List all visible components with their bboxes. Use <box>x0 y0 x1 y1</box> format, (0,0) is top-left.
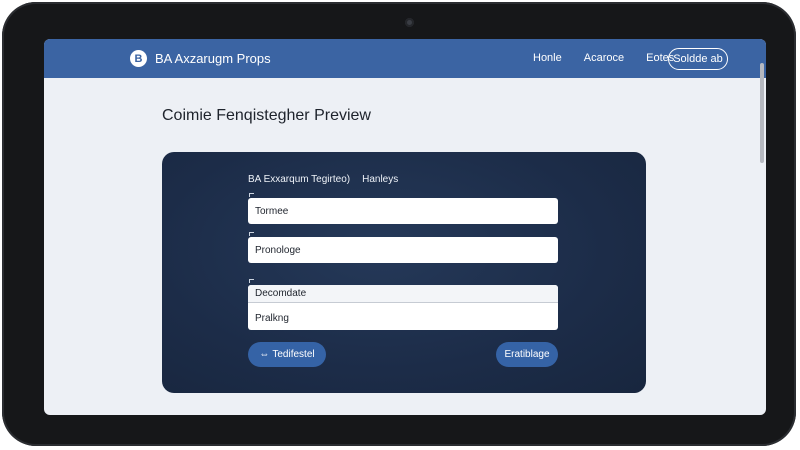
form-field-1[interactable]: Tormee <box>248 198 558 224</box>
screen: B BA Axzarugm Props Honle Acaroce Eotes … <box>44 39 766 415</box>
test-button[interactable]: ⇔ Tedifestel <box>248 342 326 367</box>
nav-link-home[interactable]: Honle <box>533 52 562 64</box>
link-icon: ⇔ <box>259 349 270 360</box>
form-card: BA Exxarqum Tegirteo) Hanleys Tormee Pro… <box>162 152 646 393</box>
brand[interactable]: B BA Axzarugm Props <box>130 50 271 67</box>
brand-logo-icon: B <box>130 50 147 67</box>
card-heading-right: Hanleys <box>362 174 399 185</box>
brand-name: BA Axzarugm Props <box>155 51 271 66</box>
top-navbar: B BA Axzarugm Props Honle Acaroce Eotes … <box>44 39 766 78</box>
card-heading: BA Exxarqum Tegirteo) Hanleys <box>248 174 398 185</box>
test-button-label: Tedifestel <box>272 349 315 360</box>
header-cta-button[interactable]: Soldde ab <box>668 48 728 70</box>
field-marker-icon <box>249 279 254 283</box>
form-field-2[interactable]: Pronologe <box>248 237 558 263</box>
enable-button[interactable]: Eratiblage <box>496 342 558 367</box>
page-title: Coimie Fenqistegher Preview <box>162 107 371 124</box>
textarea-header: Decomdate <box>248 285 558 303</box>
tablet-frame: B BA Axzarugm Props Honle Acaroce Eotes … <box>2 2 796 446</box>
field-marker-icon <box>249 193 254 197</box>
scrollbar[interactable] <box>760 63 764 163</box>
form-field-textarea[interactable]: Decomdate Pralkng <box>248 285 558 330</box>
textarea-body: Pralkng <box>255 313 289 324</box>
card-heading-left: BA Exxarqum Tegirteo) <box>248 174 351 185</box>
camera-icon <box>405 18 414 27</box>
enable-button-label: Eratiblage <box>504 349 550 360</box>
nav-link-access[interactable]: Acaroce <box>584 52 624 64</box>
field-marker-icon <box>249 232 254 236</box>
